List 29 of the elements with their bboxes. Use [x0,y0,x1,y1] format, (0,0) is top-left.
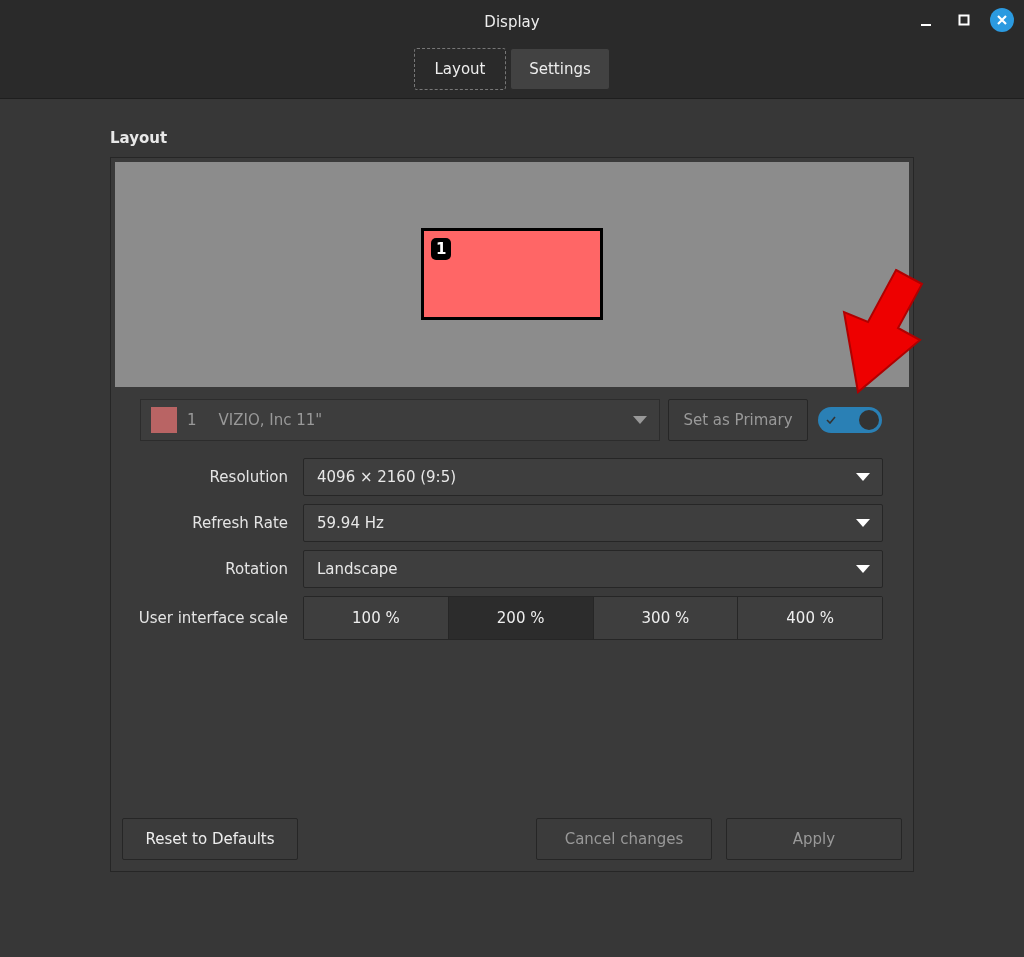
caret-icon [856,473,870,481]
caret-icon [633,416,647,424]
tab[interactable]: Layout [414,48,506,90]
dropdown[interactable]: 59.94 Hz [303,504,883,542]
dropdown[interactable]: Landscape [303,550,883,588]
section-heading: Layout [110,129,169,147]
dropdown[interactable]: 4096 × 2160 (9:5) [303,458,883,496]
setting-label: Resolution [208,468,288,486]
toggle-switch[interactable] [818,407,882,433]
caret-icon [856,565,870,573]
close-button[interactable] [990,8,1014,32]
caret-icon [856,519,870,527]
maximize-icon [958,14,970,26]
close-icon [997,15,1007,25]
window-title: Display [484,13,540,31]
tab[interactable]: Settings [510,48,610,90]
setting-label: Refresh Rate [191,514,288,532]
minimize-icon [921,24,931,26]
scale-option[interactable]: 200 % [448,597,594,639]
setting-label: Rotation [224,560,288,578]
scale-option[interactable]: 400 % [738,597,882,639]
scale-option[interactable]: 100 % [304,597,449,639]
setting-label: User interface scale [137,609,288,627]
check-icon [826,416,836,424]
action-button[interactable]: Reset to Defaults [122,818,298,860]
monitor-number: 1 [431,238,452,260]
monitor-color-swatch [151,407,177,433]
scale-option[interactable]: 300 % [593,597,739,639]
monitor-rectangle[interactable]: 1 [421,228,603,320]
